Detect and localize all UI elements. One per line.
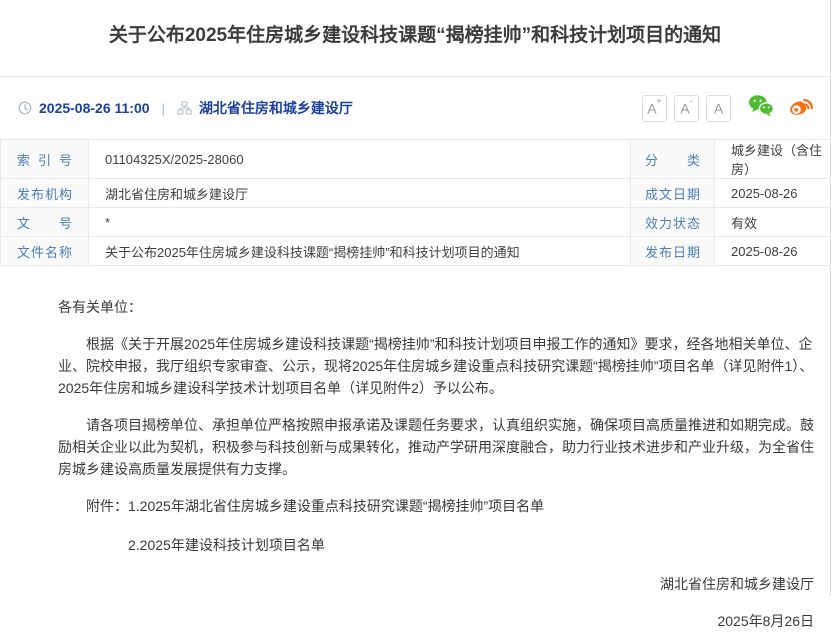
clock-icon xyxy=(18,101,32,115)
page-title: 关于公布2025年住房城乡建设科技课题“揭榜挂帅”和科技计划项目的通知 xyxy=(0,21,830,51)
info-value: * xyxy=(89,208,631,237)
info-value: 有效 xyxy=(715,208,831,237)
meta-info: 2025-08-26 11:00 | 湖北省住房和城乡建设厅 xyxy=(18,98,353,118)
info-label: 发布机构 xyxy=(17,184,72,203)
meta-separator: | xyxy=(162,101,165,116)
source-org: 湖北省住房和城乡建设厅 xyxy=(199,98,353,118)
weibo-share-icon[interactable] xyxy=(787,94,814,123)
font-decrease-sup: - xyxy=(690,96,693,106)
info-label: 索引号 xyxy=(17,150,72,169)
table-row: 文件名称 关于公布2025年住房城乡建设科技课题“揭榜挂帅”和科技计划项目的通知… xyxy=(1,237,831,266)
info-label: 发布日期 xyxy=(645,242,700,261)
info-value: 2025-08-26 xyxy=(715,237,831,266)
article-header: 关于公布2025年住房城乡建设科技课题“揭榜挂帅”和科技计划项目的通知 xyxy=(0,0,830,77)
sitemap-icon xyxy=(177,101,192,115)
font-decrease-button[interactable]: A- xyxy=(674,95,699,122)
info-label: 成文日期 xyxy=(645,184,700,203)
meta-bar: 2025-08-26 11:00 | 湖北省住房和城乡建设厅 A+ A- A xyxy=(0,77,830,139)
info-value: 关于公布2025年住房城乡建设科技课题“揭榜挂帅”和科技计划项目的通知 xyxy=(89,237,631,266)
document-info-table: 索引号 01104325X/2025-28060 分类 城乡建设（含住房） 发布… xyxy=(0,139,831,266)
signature-org: 湖北省住房和城乡建设厅 xyxy=(58,573,814,595)
info-value: 湖北省住房和城乡建设厅 xyxy=(89,179,631,208)
info-label: 文号 xyxy=(17,213,72,232)
table-row: 文号 * 效力状态 有效 xyxy=(1,208,831,237)
meta-tools: A+ A- A xyxy=(642,94,814,123)
info-value: 01104325X/2025-28060 xyxy=(89,140,631,179)
signature-date: 2025年8月26日 xyxy=(58,610,814,632)
wechat-share-icon[interactable] xyxy=(748,94,774,122)
publish-time: 2025-08-26 11:00 xyxy=(39,100,150,116)
info-label: 分类 xyxy=(645,150,700,169)
info-label: 文件名称 xyxy=(17,242,72,261)
font-increase-button[interactable]: A+ xyxy=(642,95,667,122)
font-reset-label: A xyxy=(714,100,723,116)
attachment-line-1: 附件：1.2025年湖北省住房城乡建设重点科技研究课题“揭榜挂帅”项目名单 xyxy=(58,495,814,517)
font-decrease-label: A xyxy=(680,100,689,116)
info-value: 2025-08-26 xyxy=(715,179,831,208)
font-increase-sup: + xyxy=(657,96,662,106)
font-reset-button[interactable]: A xyxy=(706,95,731,122)
attachment-line-2: 2.2025年建设科技计划项目名单 xyxy=(128,534,814,556)
info-value: 城乡建设（含住房） xyxy=(715,140,831,179)
table-row: 发布机构 湖北省住房和城乡建设厅 成文日期 2025-08-26 xyxy=(1,179,831,208)
article-body: 各有关单位： 根据《关于开展2025年住房城乡建设科技课题“揭榜挂帅”和科技计划… xyxy=(0,266,830,632)
signature-block: 湖北省住房和城乡建设厅 2025年8月26日 xyxy=(58,573,814,632)
info-label: 效力状态 xyxy=(645,213,700,232)
paragraph: 根据《关于开展2025年住房城乡建设科技课题“揭榜挂帅”和科技计划项目申报工作的… xyxy=(58,333,814,399)
font-increase-label: A xyxy=(647,100,656,116)
table-row: 索引号 01104325X/2025-28060 分类 城乡建设（含住房） xyxy=(1,140,831,179)
salutation: 各有关单位： xyxy=(58,296,814,318)
paragraph: 请各项目揭榜单位、承担单位严格按照申报承诺及课题任务要求，认真组织实施，确保项目… xyxy=(58,414,814,480)
